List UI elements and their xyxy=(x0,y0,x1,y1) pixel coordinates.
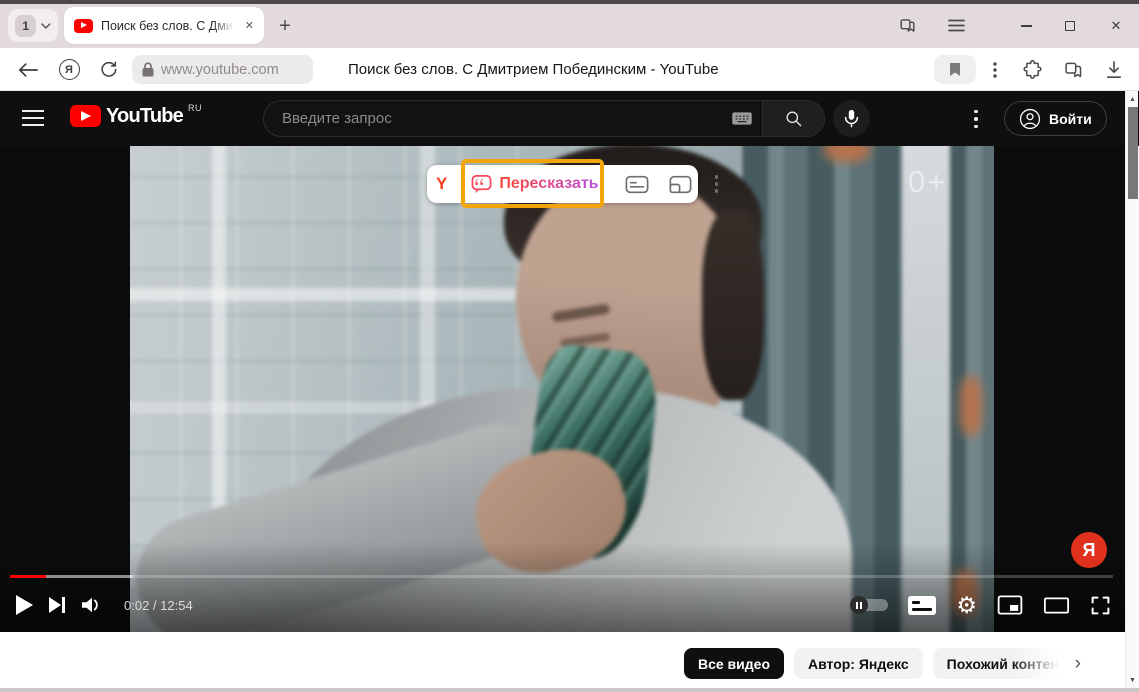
fullscreen-button[interactable] xyxy=(1090,595,1111,616)
yandex-letter-icon: Я xyxy=(59,59,80,80)
collections-button[interactable] xyxy=(1058,48,1088,91)
chip-all-videos[interactable]: Все видео xyxy=(684,648,784,679)
overlay-subtitles-button[interactable] xyxy=(625,175,649,194)
theater-mode-button[interactable] xyxy=(1043,597,1070,614)
back-button[interactable] xyxy=(16,48,40,91)
autoplay-toggle[interactable] xyxy=(852,599,888,611)
window-bottom-border xyxy=(0,688,1139,692)
play-button[interactable] xyxy=(14,594,34,616)
browser-toolbar: Я www.youtube.com Поиск без слов. С Дмит… xyxy=(0,48,1139,91)
youtube-logo[interactable]: YouTube RU xyxy=(70,105,202,127)
address-bar[interactable]: www.youtube.com xyxy=(132,55,313,84)
overlay-more-button[interactable] xyxy=(712,175,722,193)
next-button[interactable] xyxy=(48,596,66,614)
chevron-down-icon xyxy=(41,23,51,29)
youtube-settings-kebab[interactable] xyxy=(966,105,986,133)
overlay-pip-button[interactable] xyxy=(669,175,692,194)
chip-author[interactable]: Автор: Яндекс xyxy=(794,648,923,679)
search-button[interactable] xyxy=(762,101,824,136)
player-controls-right: ⚙ xyxy=(852,584,1111,626)
autoplay-knob-pause-icon xyxy=(850,596,868,614)
sign-in-label: Войти xyxy=(1049,111,1092,127)
url-text: www.youtube.com xyxy=(161,62,279,78)
youtube-guide-button[interactable] xyxy=(22,108,44,128)
player-controls-left: 0:02 / 12:54 xyxy=(14,584,193,626)
page-title: Поиск без слов. С Дмитрием Побединским -… xyxy=(348,48,719,91)
yandex-browser-logo-icon[interactable]: Y xyxy=(436,171,447,197)
person-icon xyxy=(1019,108,1041,130)
scrollbar-thumb[interactable] xyxy=(1128,107,1138,199)
yandex-home-button[interactable]: Я xyxy=(57,48,81,91)
progress-bar[interactable] xyxy=(10,575,1113,578)
retell-button[interactable]: Пересказать xyxy=(471,174,598,195)
youtube-play-icon xyxy=(70,105,101,127)
voice-search-button[interactable] xyxy=(833,100,870,137)
miniplayer-button[interactable] xyxy=(997,595,1023,615)
retell-label: Пересказать xyxy=(499,175,598,193)
yandex-assistant-fab[interactable]: Я xyxy=(1071,532,1107,568)
page-scrollbar[interactable]: ▲ ▼ xyxy=(1125,91,1138,688)
window-maximize-button[interactable] xyxy=(1056,12,1084,40)
window-close-button[interactable]: ✕ xyxy=(1102,12,1130,40)
maximize-icon xyxy=(1065,21,1075,31)
bookmark-button[interactable] xyxy=(934,55,976,84)
tab-title: Поиск без слов. С Дми xyxy=(101,19,237,33)
lock-icon xyxy=(142,62,154,77)
browser-window: 1 Поиск без слов. С Дми ✕ + ✕ xyxy=(0,0,1139,692)
youtube-favicon-icon xyxy=(74,19,93,33)
tab-count-badge: 1 xyxy=(15,15,36,37)
chip-related[interactable]: Похожий контент xyxy=(933,648,1063,679)
search-input[interactable] xyxy=(264,110,732,127)
puzzle-icon xyxy=(1022,59,1043,80)
new-tab-button[interactable]: + xyxy=(272,13,298,39)
extensions-button[interactable] xyxy=(1018,48,1046,91)
downloads-button[interactable] xyxy=(1100,48,1128,91)
reload-button[interactable] xyxy=(96,48,120,91)
played-segment xyxy=(10,575,46,578)
collections-icon xyxy=(1063,59,1084,80)
minimize-icon xyxy=(1021,25,1032,27)
yandex-overlay-toolbar: Y Пересказать xyxy=(427,165,698,203)
active-tab[interactable]: Поиск без слов. С Дми ✕ xyxy=(64,7,264,44)
browser-menu-button[interactable] xyxy=(948,19,965,32)
chips-scroll-right-button[interactable]: › xyxy=(1075,653,1081,675)
volume-button[interactable] xyxy=(80,595,104,615)
tab-strip: 1 Поиск без слов. С Дми ✕ + ✕ xyxy=(0,4,1139,48)
search-box xyxy=(263,100,825,137)
below-video-strip: Все видео Автор: Яндекс Похожий контент … xyxy=(0,632,1139,688)
download-icon xyxy=(1105,60,1123,79)
sign-in-button[interactable]: Войти xyxy=(1004,101,1107,136)
search-icon xyxy=(784,109,803,128)
page-content: YouTube RU xyxy=(0,91,1139,688)
age-rating: 0+ xyxy=(908,164,947,200)
filter-chips: Все видео Автор: Яндекс Похожий контент … xyxy=(684,648,1081,679)
quote-bubble-icon xyxy=(471,174,492,195)
tab-close-button[interactable]: ✕ xyxy=(245,19,254,32)
subtitles-button[interactable] xyxy=(908,596,936,615)
bookmark-flag-icon xyxy=(949,62,961,77)
scroll-up-button[interactable]: ▲ xyxy=(1126,92,1139,106)
video-player[interactable]: Y Пересказать xyxy=(0,146,1125,632)
youtube-logo-text: YouTube xyxy=(106,105,183,127)
youtube-header: YouTube RU xyxy=(0,91,1139,146)
window-minimize-button[interactable] xyxy=(1012,12,1040,40)
tab-counter-button[interactable]: 1 xyxy=(8,9,58,42)
settings-button[interactable]: ⚙ xyxy=(956,594,977,617)
kebab-dots-icon xyxy=(993,62,997,78)
toolbar-kebab-menu[interactable] xyxy=(986,48,1004,91)
tab-groups-icon[interactable] xyxy=(898,16,917,35)
youtube-region-badge: RU xyxy=(188,103,202,113)
microphone-icon xyxy=(844,109,859,128)
keyboard-icon[interactable] xyxy=(732,112,752,125)
scroll-down-button[interactable]: ▼ xyxy=(1126,673,1139,687)
time-display: 0:02 / 12:54 xyxy=(124,598,193,613)
